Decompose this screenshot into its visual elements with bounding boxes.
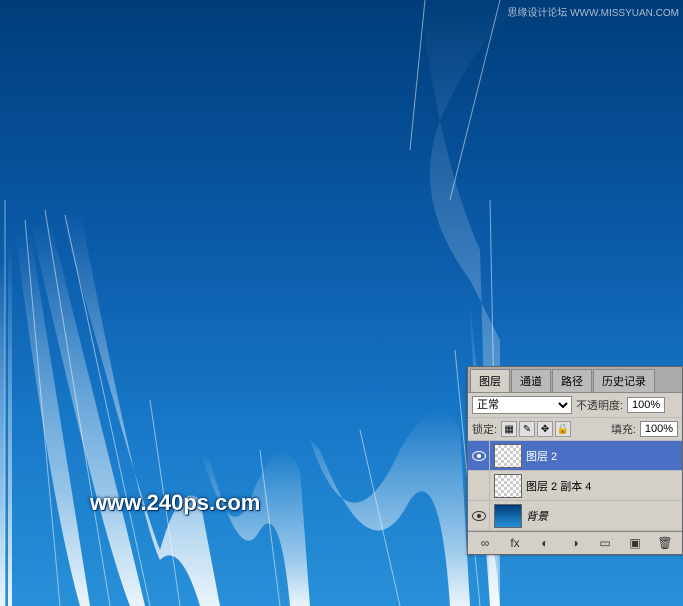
eye-icon [472,511,486,521]
blend-mode-select[interactable]: 正常 [472,396,572,414]
fx-icon[interactable]: fx [506,536,524,550]
new-layer-icon[interactable]: ▣ [626,536,644,550]
layer-name[interactable]: 图层 2 [526,448,682,464]
blend-opacity-row: 正常 不透明度: [468,393,682,418]
tab-layers[interactable]: 图层 [470,369,510,392]
layer-thumbnail[interactable] [494,474,522,498]
mask-icon[interactable]: ◐ [536,536,554,550]
visibility-toggle[interactable] [468,441,490,470]
adjustment-icon[interactable]: ◑ [566,536,584,550]
layer-row[interactable]: 图层 2 副本 4 [468,471,682,501]
layer-row[interactable]: 背景 [468,501,682,531]
opacity-label: 不透明度: [576,397,623,413]
tab-history[interactable]: 历史记录 [593,369,655,392]
opacity-input[interactable] [627,397,665,413]
lock-label: 锁定: [472,421,497,437]
eye-icon [472,451,486,461]
lock-move-icon[interactable]: ✥ [537,421,553,437]
panel-footer: ∞ fx ◐ ◑ ▭ ▣ 🗑 [468,531,682,554]
link-layers-icon[interactable]: ∞ [476,536,494,550]
layer-thumbnail[interactable] [494,444,522,468]
panel-tabs: 图层 通道 路径 历史记录 [468,367,682,393]
layer-list: 图层 2 图层 2 副本 4 背景 [468,441,682,531]
visibility-toggle[interactable] [468,501,490,530]
watermark-url: www.240ps.com [90,490,260,516]
lock-transparency-icon[interactable]: ▦ [501,421,517,437]
tab-channels[interactable]: 通道 [511,369,551,392]
visibility-toggle[interactable] [468,471,490,500]
lock-icons: ▦ ✎ ✥ 🔒 [501,421,571,437]
layer-name[interactable]: 图层 2 副本 4 [526,478,682,494]
fill-label: 填充: [611,421,636,437]
layer-row[interactable]: 图层 2 [468,441,682,471]
watermark-top: 思缘设计论坛 WWW.MISSYUAN.COM [507,4,679,19]
layers-panel: 图层 通道 路径 历史记录 正常 不透明度: 锁定: ▦ ✎ ✥ 🔒 填充: 图… [467,366,683,555]
lock-fill-row: 锁定: ▦ ✎ ✥ 🔒 填充: [468,418,682,441]
folder-icon[interactable]: ▭ [596,536,614,550]
tab-paths[interactable]: 路径 [552,369,592,392]
fill-input[interactable] [640,421,678,437]
lock-brush-icon[interactable]: ✎ [519,421,535,437]
delete-icon[interactable]: 🗑 [656,536,674,550]
lock-all-icon[interactable]: 🔒 [555,421,571,437]
layer-thumbnail[interactable] [494,504,522,528]
layer-name[interactable]: 背景 [526,508,682,524]
